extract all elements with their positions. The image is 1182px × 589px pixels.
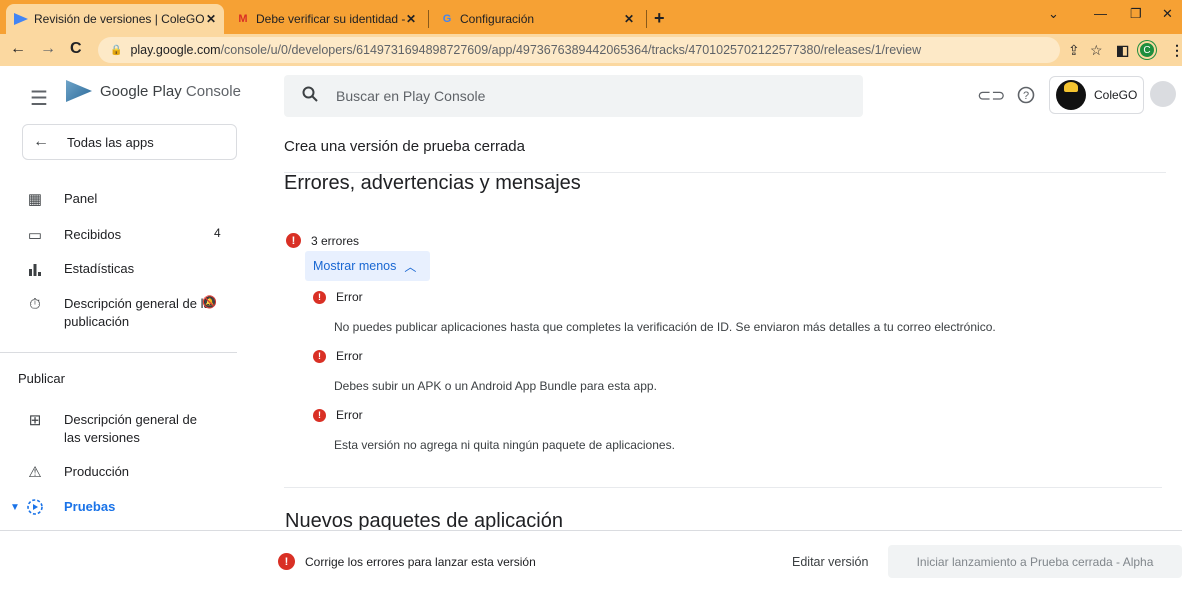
tab-title: Debe verificar su identidad - serv bbox=[256, 12, 406, 26]
logo-text-main: Google Play bbox=[100, 82, 182, 100]
tab-play-console[interactable]: Revisión de versiones | ColeGO ✕ bbox=[6, 4, 224, 34]
page-subtitle: Crea una versión de prueba cerrada bbox=[284, 138, 525, 155]
section-divider bbox=[284, 487, 1162, 488]
tab-gmail[interactable]: M Debe verificar su identidad - serv ✕ bbox=[228, 4, 424, 34]
play-console-icon bbox=[14, 12, 28, 26]
account-name: ColeGO bbox=[1094, 88, 1138, 102]
sidebar-item-label: Producción bbox=[64, 464, 130, 479]
url-path: /console/u/0/developers/6149731694898727… bbox=[220, 43, 922, 57]
show-less-label: Mostrar menos bbox=[313, 259, 397, 273]
section-title-errors: Errores, advertencias y mensajes bbox=[284, 172, 581, 194]
publishing-overview-icon: ⏱ bbox=[29, 295, 41, 313]
sidebar-item-label: Descripción general de las versiones bbox=[64, 412, 197, 445]
help-icon[interactable]: ? bbox=[1017, 86, 1035, 109]
tab-title: Revisión de versiones | ColeGO bbox=[34, 12, 205, 26]
error-item: ! Error bbox=[313, 408, 363, 422]
forward-icon[interactable]: → bbox=[40, 40, 56, 58]
inbox-count-badge: 4 bbox=[214, 226, 221, 240]
error-icon: ! bbox=[313, 290, 326, 304]
profile-avatar[interactable]: C bbox=[1138, 41, 1156, 59]
edit-release-button[interactable]: Editar versión bbox=[786, 546, 874, 578]
user-avatar[interactable] bbox=[1150, 81, 1176, 107]
error-item: ! Error bbox=[313, 290, 363, 304]
menu-kebab-icon[interactable]: ⋮ bbox=[1170, 42, 1182, 59]
tab-divider bbox=[646, 10, 647, 28]
error-summary: ! 3 errores bbox=[286, 233, 359, 248]
chevron-up-icon: ︿ bbox=[404, 259, 417, 274]
error-item: ! Error bbox=[313, 349, 363, 363]
error-title: Error bbox=[336, 408, 363, 422]
url-host: play.google.com bbox=[130, 43, 221, 57]
sidebar-item-label: Pruebas bbox=[64, 499, 116, 514]
error-icon: ! bbox=[313, 349, 326, 363]
tab-title: Configuración bbox=[460, 12, 535, 26]
error-title: Error bbox=[336, 290, 363, 304]
browser-tab-bar: Revisión de versiones | ColeGO ✕ M Debe … bbox=[0, 0, 1182, 34]
sidebar-item-label: Descripción general de la publicación bbox=[64, 296, 211, 329]
caret-down-icon[interactable]: ▼ bbox=[6, 498, 24, 516]
tab-divider bbox=[428, 10, 429, 28]
error-icon: ! bbox=[286, 233, 301, 248]
bookmark-star-icon[interactable]: ☆ bbox=[1090, 42, 1103, 59]
error-count-label: 3 errores bbox=[311, 233, 360, 248]
close-icon[interactable]: ✕ bbox=[206, 12, 216, 26]
link-icon[interactable]: ⊂⊃ bbox=[977, 86, 1006, 106]
error-title: Error bbox=[336, 349, 363, 363]
close-icon[interactable]: ✕ bbox=[406, 12, 416, 26]
error-icon: ! bbox=[278, 553, 295, 570]
reload-icon[interactable]: C bbox=[70, 40, 82, 58]
footer-message-label: Corrige los errores para lanzar esta ver… bbox=[305, 554, 536, 569]
bar-chart-icon bbox=[26, 260, 44, 278]
arrow-back-icon: ← bbox=[33, 133, 49, 150]
releases-overview-icon: ⊞ bbox=[28, 412, 42, 429]
minimize-icon[interactable]: — bbox=[1094, 6, 1107, 21]
developer-account-button[interactable]: ColeGO bbox=[1049, 76, 1144, 114]
logo-text-sub: Console bbox=[185, 82, 241, 100]
back-icon[interactable]: ← bbox=[10, 40, 26, 58]
play-console-logo-icon bbox=[66, 80, 92, 102]
testing-icon bbox=[26, 498, 44, 516]
close-icon[interactable]: ✕ bbox=[624, 12, 634, 26]
svg-text:?: ? bbox=[1023, 90, 1029, 102]
tab-configuracion[interactable]: G Configuración ✕ bbox=[432, 4, 642, 34]
sidebar-item-label: Panel bbox=[64, 191, 98, 206]
all-apps-label: Todas las apps bbox=[67, 134, 154, 150]
gmail-icon: M bbox=[238, 13, 248, 25]
logo-text: Google Play Console bbox=[100, 83, 241, 100]
google-play-console-logo[interactable]: Google Play Console bbox=[66, 80, 241, 102]
new-tab-button[interactable]: + bbox=[654, 8, 665, 29]
sidebar-section-publicar: Publicar bbox=[18, 371, 65, 386]
url-field[interactable]: 🔒 play.google.com/console/u/0/developers… bbox=[98, 37, 1060, 63]
dashboard-icon: ▦ bbox=[27, 191, 43, 208]
inbox-icon: ▭ bbox=[27, 227, 43, 244]
restore-icon[interactable]: ❐ bbox=[1130, 6, 1142, 22]
sidebar-item-label: Recibidos bbox=[64, 227, 122, 242]
hamburger-menu-icon[interactable]: ☰ bbox=[30, 86, 48, 111]
search-placeholder: Buscar en Play Console bbox=[336, 88, 486, 104]
footer-error-message: ! Corrige los errores para lanzar esta v… bbox=[278, 553, 536, 570]
share-icon[interactable]: ⇪ bbox=[1068, 42, 1080, 59]
error-message: No puedes publicar aplicaciones hasta qu… bbox=[334, 320, 996, 334]
notifications-off-icon: 🔕 bbox=[202, 295, 217, 309]
search-icon bbox=[302, 86, 318, 107]
sidepanel-icon[interactable]: ◧ bbox=[1116, 42, 1129, 59]
developer-avatar bbox=[1056, 80, 1086, 110]
google-icon: G bbox=[442, 13, 452, 25]
search-input[interactable]: Buscar en Play Console bbox=[284, 75, 863, 117]
tab-search-icon[interactable]: ⌄ bbox=[1048, 6, 1059, 22]
release-footer-bar: ! Corrige los errores para lanzar esta v… bbox=[0, 530, 1182, 589]
close-window-icon[interactable]: ✕ bbox=[1162, 6, 1173, 22]
sidebar-divider bbox=[0, 352, 237, 353]
section-title-app-bundles: Nuevos paquetes de aplicación bbox=[285, 510, 563, 530]
lock-icon[interactable]: 🔒 bbox=[110, 45, 122, 56]
error-message: Esta versión no agrega ni quita ningún p… bbox=[334, 438, 675, 452]
error-icon: ! bbox=[313, 408, 326, 422]
error-message: Debes subir un APK o un Android App Bund… bbox=[334, 379, 657, 393]
all-apps-button[interactable]: ← Todas las apps bbox=[22, 124, 237, 160]
production-icon: ⚠ bbox=[28, 464, 42, 481]
sidebar-item-label: Estadísticas bbox=[64, 261, 135, 276]
show-less-button[interactable]: Mostrar menos ︿ bbox=[305, 251, 430, 281]
start-rollout-button[interactable]: Iniciar lanzamiento a Prueba cerrada - A… bbox=[888, 545, 1182, 578]
address-bar: ← → C 🔒 play.google.com/console/u/0/deve… bbox=[0, 34, 1182, 66]
